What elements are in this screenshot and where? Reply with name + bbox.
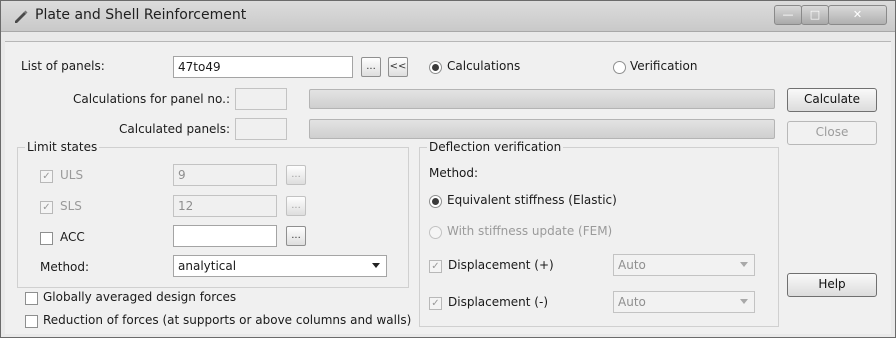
method-dropdown[interactable]: analytical [173, 255, 387, 277]
plate-shell-reinforcement-dialog: Plate and Shell Reinforcement — □ ✕ List… [0, 0, 896, 338]
uls-browse-button[interactable]: ... [286, 165, 306, 185]
chevron-down-icon [740, 262, 748, 267]
displacement-plus-label: Displacement (+) [448, 258, 554, 272]
pencil-app-icon [15, 10, 28, 23]
close-window-button[interactable]: ✕ [828, 5, 887, 25]
displacement-minus-label: Displacement (-) [448, 295, 549, 309]
help-button[interactable]: Help [787, 273, 877, 297]
calculated-panels-label: Calculated panels: [119, 122, 231, 136]
equivalent-stiffness-radio[interactable] [429, 195, 442, 208]
sls-label: SLS [60, 199, 82, 213]
close-icon: ✕ [852, 8, 863, 21]
close-button[interactable]: Close [787, 121, 877, 145]
chevron-down-icon [740, 299, 748, 304]
with-stiffness-update-radio[interactable] [429, 226, 442, 239]
acc-checkbox[interactable] [40, 232, 53, 245]
globally-averaged-label: Globally averaged design forces [43, 290, 237, 304]
maximize-icon: □ [809, 8, 821, 21]
uls-input[interactable]: 9 [173, 164, 277, 186]
verification-label: Verification [630, 59, 698, 73]
list-of-panels-label: List of panels: [21, 59, 105, 73]
chevron-down-icon [372, 263, 380, 268]
minimize-icon: — [782, 8, 794, 21]
browse-panels-button[interactable]: ... [361, 57, 381, 77]
calculations-label: Calculations [447, 59, 521, 73]
calculations-radio[interactable] [429, 61, 442, 74]
sls-checkbox[interactable]: ✓ [40, 201, 53, 214]
minimize-button[interactable]: — [774, 5, 802, 25]
uls-label: ULS [60, 168, 84, 182]
sls-input[interactable]: 12 [173, 195, 277, 217]
calculated-panels-field [235, 118, 287, 140]
current-panel-field [235, 88, 287, 110]
displacement-plus-dropdown[interactable]: Auto [613, 254, 755, 276]
method-label: Method: [40, 260, 90, 274]
displacement-plus-checkbox[interactable]: ✓ [429, 260, 442, 273]
verification-radio[interactable] [613, 61, 626, 74]
uls-checkbox[interactable]: ✓ [40, 170, 53, 183]
reduction-label: Reduction of forces (at supports or abov… [43, 313, 412, 327]
equivalent-stiffness-label: Equivalent stiffness (Elastic) [447, 193, 617, 207]
method-value: analytical [178, 259, 237, 273]
acc-browse-button[interactable]: ... [286, 226, 306, 246]
displacement-minus-value: Auto [618, 295, 646, 309]
sls-browse-button[interactable]: ... [286, 196, 306, 216]
reduction-checkbox[interactable] [25, 315, 38, 328]
displacement-minus-checkbox[interactable]: ✓ [429, 297, 442, 310]
deflection-method-label: Method: [429, 166, 479, 180]
calculate-button[interactable]: Calculate [787, 88, 877, 112]
panel-progress-bar [309, 89, 775, 109]
select-panels-button[interactable]: << [388, 57, 408, 77]
title-bar[interactable]: Plate and Shell Reinforcement — □ ✕ [1, 1, 895, 32]
window-title: Plate and Shell Reinforcement [35, 7, 247, 23]
displacement-minus-dropdown[interactable]: Auto [613, 291, 755, 313]
limit-states-title: Limit states [25, 140, 100, 154]
calculated-panels-progress-bar [309, 119, 775, 139]
maximize-button[interactable]: □ [801, 5, 829, 25]
displacement-plus-value: Auto [618, 258, 646, 272]
deflection-verification-title: Deflection verification [427, 140, 564, 154]
dialog-content: List of panels: 47to49 ... << Calculatio… [5, 41, 891, 334]
calc-for-panel-label: Calculations for panel no.: [73, 92, 231, 106]
list-of-panels-input[interactable]: 47to49 [173, 56, 353, 78]
acc-label: ACC [60, 230, 85, 244]
with-stiffness-update-label: With stiffness update (FEM) [447, 224, 613, 238]
globally-averaged-checkbox[interactable] [25, 292, 38, 305]
acc-input[interactable] [173, 225, 277, 247]
